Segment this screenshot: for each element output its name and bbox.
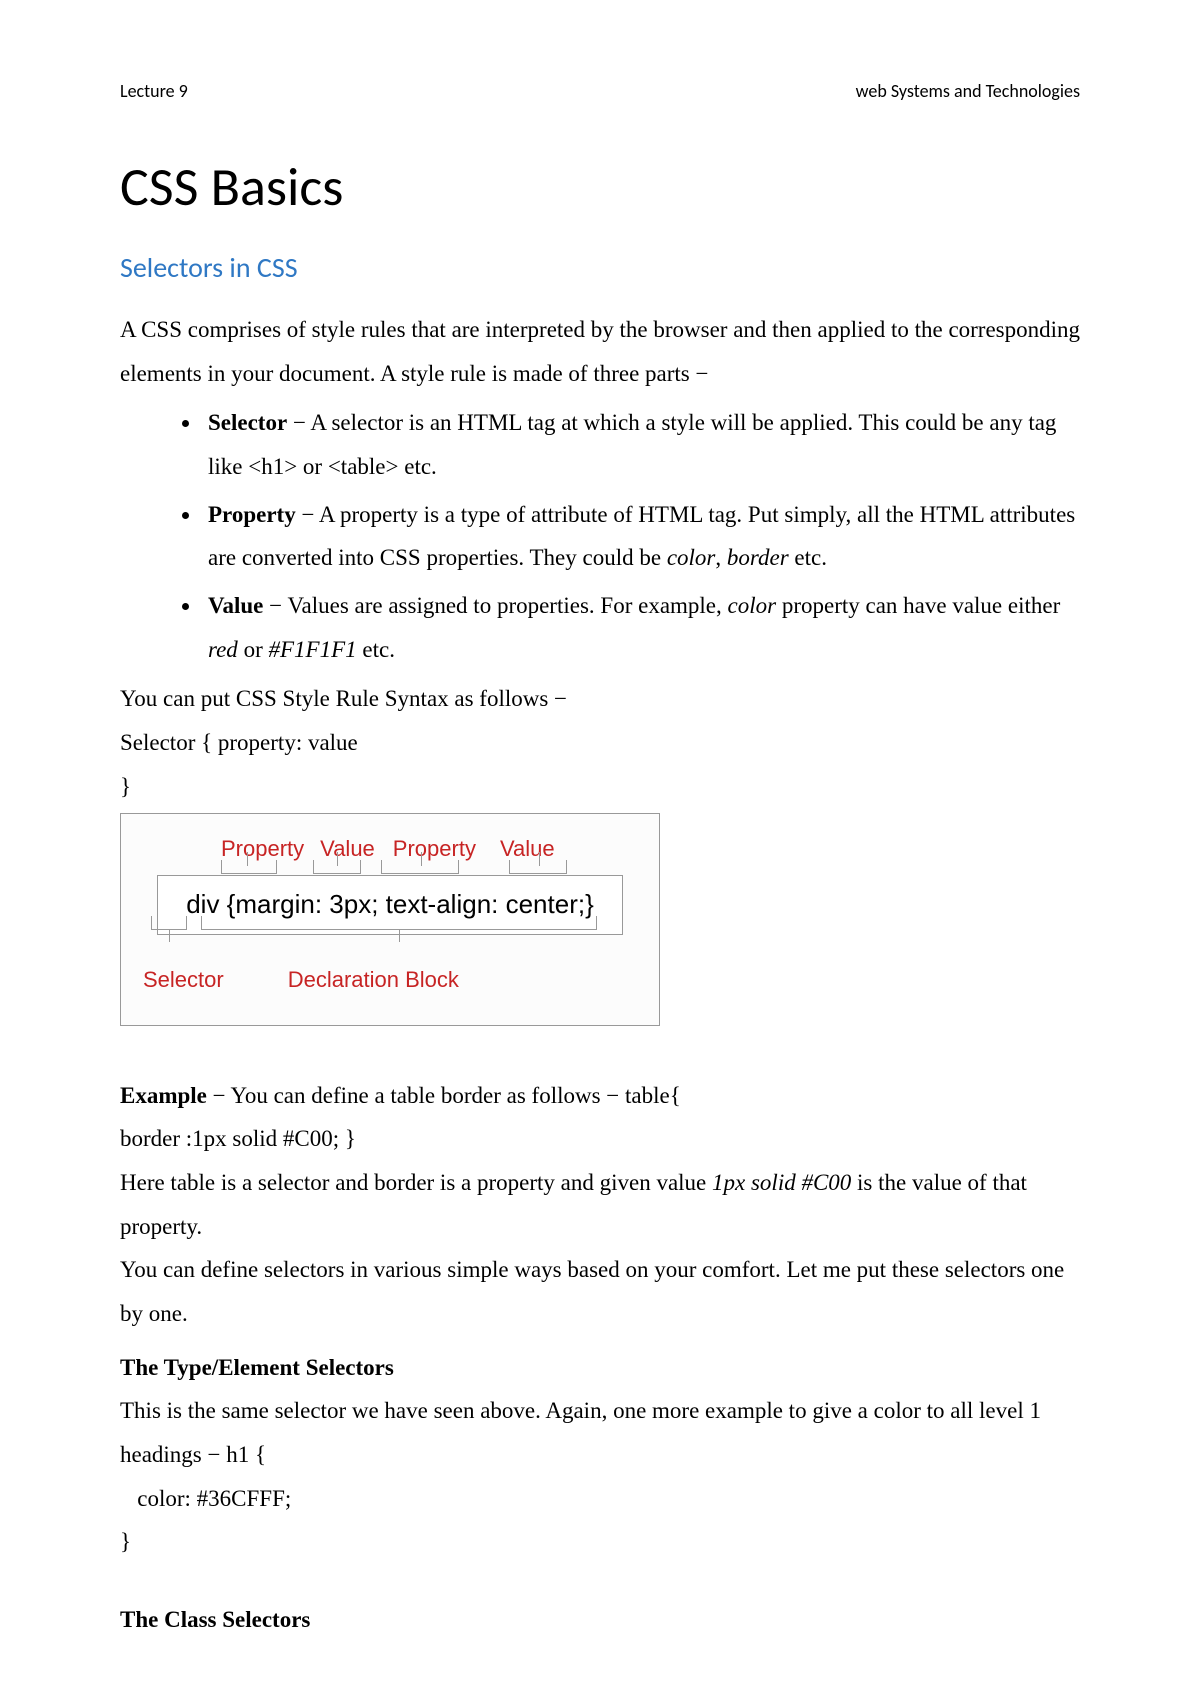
page-header: Lecture 9 web Systems and Technologies xyxy=(120,75,1080,108)
text: − Values are assigned to properties. For… xyxy=(263,593,727,618)
italic-text: red xyxy=(208,637,238,662)
text: property can have value either xyxy=(776,593,1060,618)
label-declaration-block: Declaration Block xyxy=(288,959,459,1001)
type-selectors-code: color: #36CFFF; xyxy=(120,1477,1080,1521)
diagram-bottom-labels: Selector Declaration Block xyxy=(135,959,645,1001)
term-property: Property xyxy=(208,502,296,527)
example-explain2: You can define selectors in various simp… xyxy=(120,1248,1080,1335)
intro-paragraph: A CSS comprises of style rules that are … xyxy=(120,308,1080,395)
italic-text: color xyxy=(728,593,777,618)
list-item: Value − Values are assigned to propertie… xyxy=(202,584,1080,671)
text: , xyxy=(715,545,727,570)
example-line: Example − You can define a table border … xyxy=(120,1074,1080,1118)
term-selector: Selector xyxy=(208,410,287,435)
list-item: Property − A property is a type of attri… xyxy=(202,493,1080,580)
class-selectors-heading: The Class Selectors xyxy=(120,1598,1080,1642)
italic-text: 1px solid #C00 xyxy=(712,1170,851,1195)
example-code: border :1px solid #C00; } xyxy=(120,1117,1080,1161)
syntax-intro: You can put CSS Style Rule Syntax as fol… xyxy=(120,677,1080,721)
list-item: Selector − A selector is an HTML tag at … xyxy=(202,401,1080,488)
term-value: Value xyxy=(208,593,263,618)
parts-list: Selector − A selector is an HTML tag at … xyxy=(202,401,1080,671)
css-rule-diagram: Property Value Property Value div {margi… xyxy=(120,813,660,1026)
term-example: Example xyxy=(120,1083,207,1108)
header-right: web Systems and Technologies xyxy=(856,75,1080,108)
text: − You can define a table border as follo… xyxy=(207,1083,681,1108)
text: or xyxy=(238,637,269,662)
italic-text: color xyxy=(667,545,716,570)
italic-text: border xyxy=(727,545,789,570)
label-selector: Selector xyxy=(143,959,224,1001)
text: − A selector is an HTML tag at which a s… xyxy=(208,410,1056,479)
type-selectors-code-end: } xyxy=(120,1520,1080,1564)
text: − A property is a type of attribute of H… xyxy=(208,502,1075,571)
header-left: Lecture 9 xyxy=(120,75,188,108)
section-subtitle: Selectors in CSS xyxy=(120,242,1080,294)
syntax-line: Selector { property: value xyxy=(120,721,1080,765)
syntax-line: } xyxy=(120,765,1080,809)
text: etc. xyxy=(357,637,395,662)
type-selectors-text: This is the same selector we have seen a… xyxy=(120,1389,1080,1476)
italic-text: #F1F1F1 xyxy=(268,637,356,662)
page-title: CSS Basics xyxy=(120,138,1080,238)
text: etc. xyxy=(789,545,827,570)
type-selectors-heading: The Type/Element Selectors xyxy=(120,1346,1080,1390)
example-explain: Here table is a selector and border is a… xyxy=(120,1161,1080,1248)
text: Here table is a selector and border is a… xyxy=(120,1170,712,1195)
